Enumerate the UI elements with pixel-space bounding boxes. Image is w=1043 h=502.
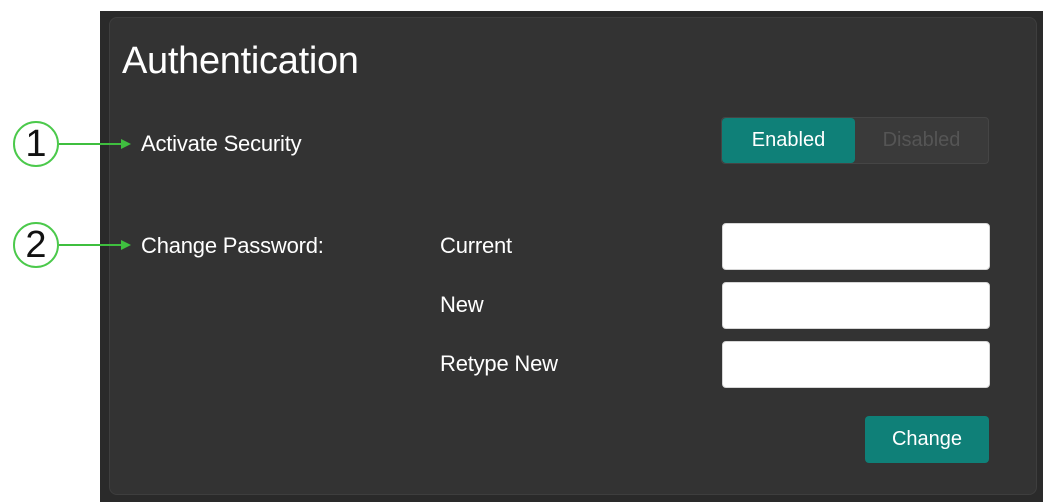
change-password-label: Change Password: — [141, 233, 324, 258]
callout-1-badge: 1 — [13, 121, 59, 167]
callout-2-arrow-icon — [121, 240, 131, 250]
new-password-input[interactable] — [722, 282, 990, 329]
retype-password-input[interactable] — [722, 341, 990, 388]
screenshot-stage: Authentication 1 2 Activate Security Ena… — [0, 0, 1043, 502]
activate-security-label: Activate Security — [141, 131, 302, 156]
current-password-label: Current — [440, 233, 512, 258]
page-title: Authentication — [122, 40, 359, 82]
callout-1-line — [59, 143, 123, 145]
new-password-label: New — [440, 292, 484, 317]
change-password-button[interactable]: Change — [865, 416, 989, 463]
current-password-input[interactable] — [722, 223, 990, 270]
security-toggle: Enabled Disabled — [721, 117, 989, 164]
security-enabled-option[interactable]: Enabled — [722, 118, 855, 163]
callout-2-line — [59, 244, 123, 246]
retype-password-label: Retype New — [440, 351, 558, 376]
callout-2-badge: 2 — [13, 222, 59, 268]
security-disabled-option[interactable]: Disabled — [855, 118, 988, 163]
callout-1-arrow-icon — [121, 139, 131, 149]
